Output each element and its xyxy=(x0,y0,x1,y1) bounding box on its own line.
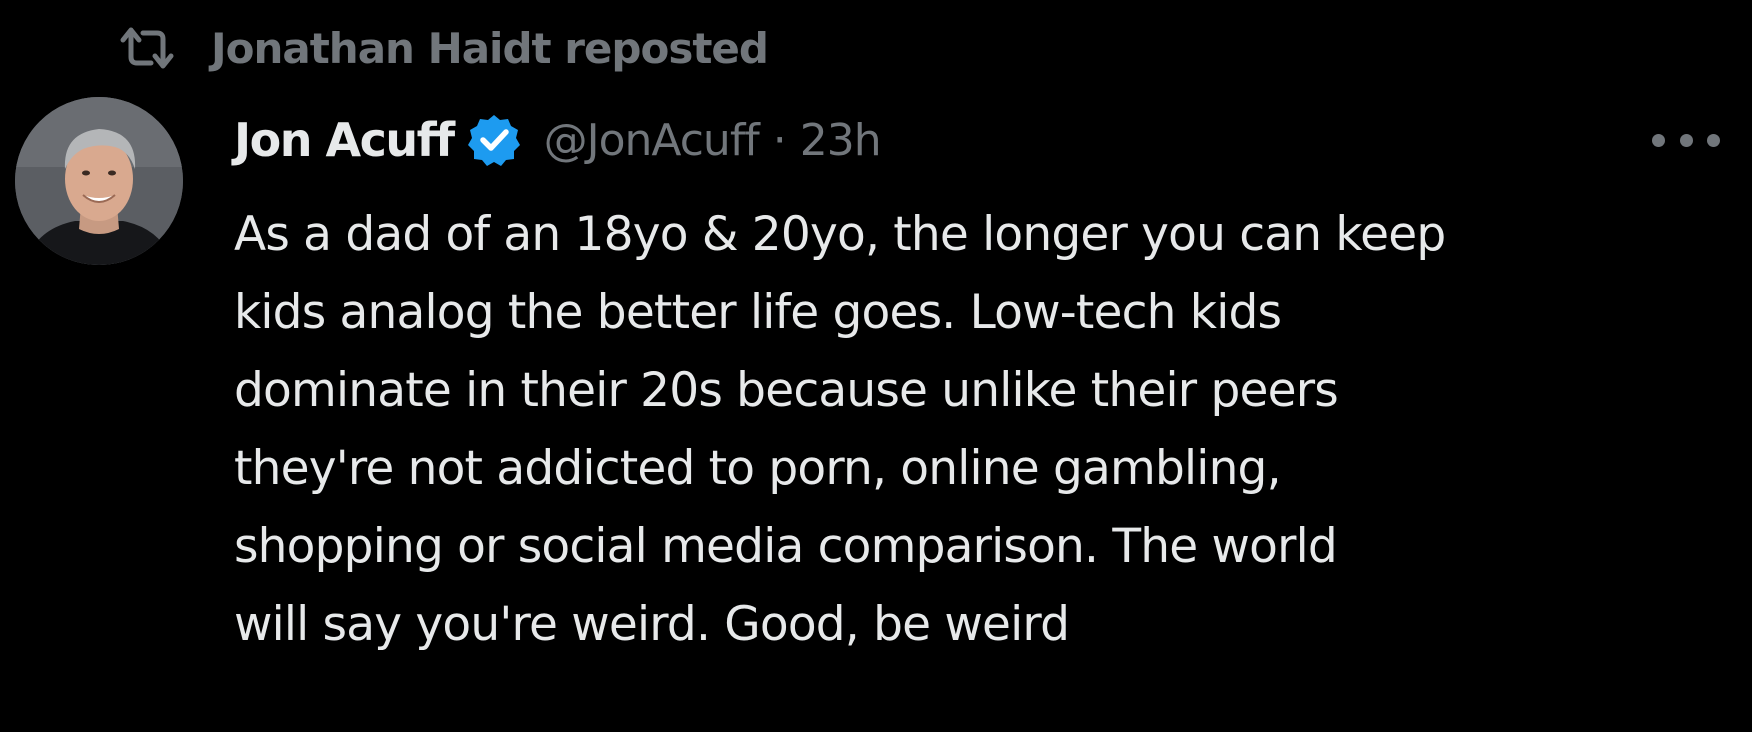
avatar[interactable] xyxy=(15,97,183,265)
more-dot xyxy=(1652,133,1665,147)
more-dot xyxy=(1679,133,1693,147)
tweet-card[interactable]: Jonathan Haidt reposted Jon Acuff @JonAc… xyxy=(0,0,1752,732)
author-handle[interactable]: @JonAcuff xyxy=(544,115,760,166)
tweet-text-line: shopping or social media comparison. The… xyxy=(234,519,1338,574)
tweet-text-line: kids analog the better life goes. Low-te… xyxy=(234,285,1282,340)
tweet-text-line: As a dad of an 18yo & 20yo, the longer y… xyxy=(234,207,1446,262)
author-display-name[interactable]: Jon Acuff xyxy=(234,113,455,167)
tweet-text-line: they're not addicted to porn, online gam… xyxy=(234,441,1282,496)
meta-separator: · xyxy=(772,114,787,166)
tweet-text-line: dominate in their 20s because unlike the… xyxy=(234,363,1339,418)
repost-icon xyxy=(120,27,174,69)
tweet-text: As a dad of an 18yo & 20yo, the longer y… xyxy=(234,196,1724,664)
repost-context: Jonathan Haidt reposted xyxy=(117,20,769,76)
tweet-text-line: will say you're weird. Good, be weird xyxy=(234,597,1070,652)
tweet-timestamp[interactable]: 23h xyxy=(800,115,882,166)
tweet-header: Jon Acuff @JonAcuff · 23h xyxy=(234,108,882,172)
verified-badge-icon[interactable] xyxy=(466,112,522,168)
reposted-by-label[interactable]: Jonathan Haidt reposted xyxy=(211,24,769,73)
avatar-photo xyxy=(15,97,183,265)
more-dot xyxy=(1707,133,1720,147)
more-options-icon[interactable] xyxy=(1652,120,1720,160)
